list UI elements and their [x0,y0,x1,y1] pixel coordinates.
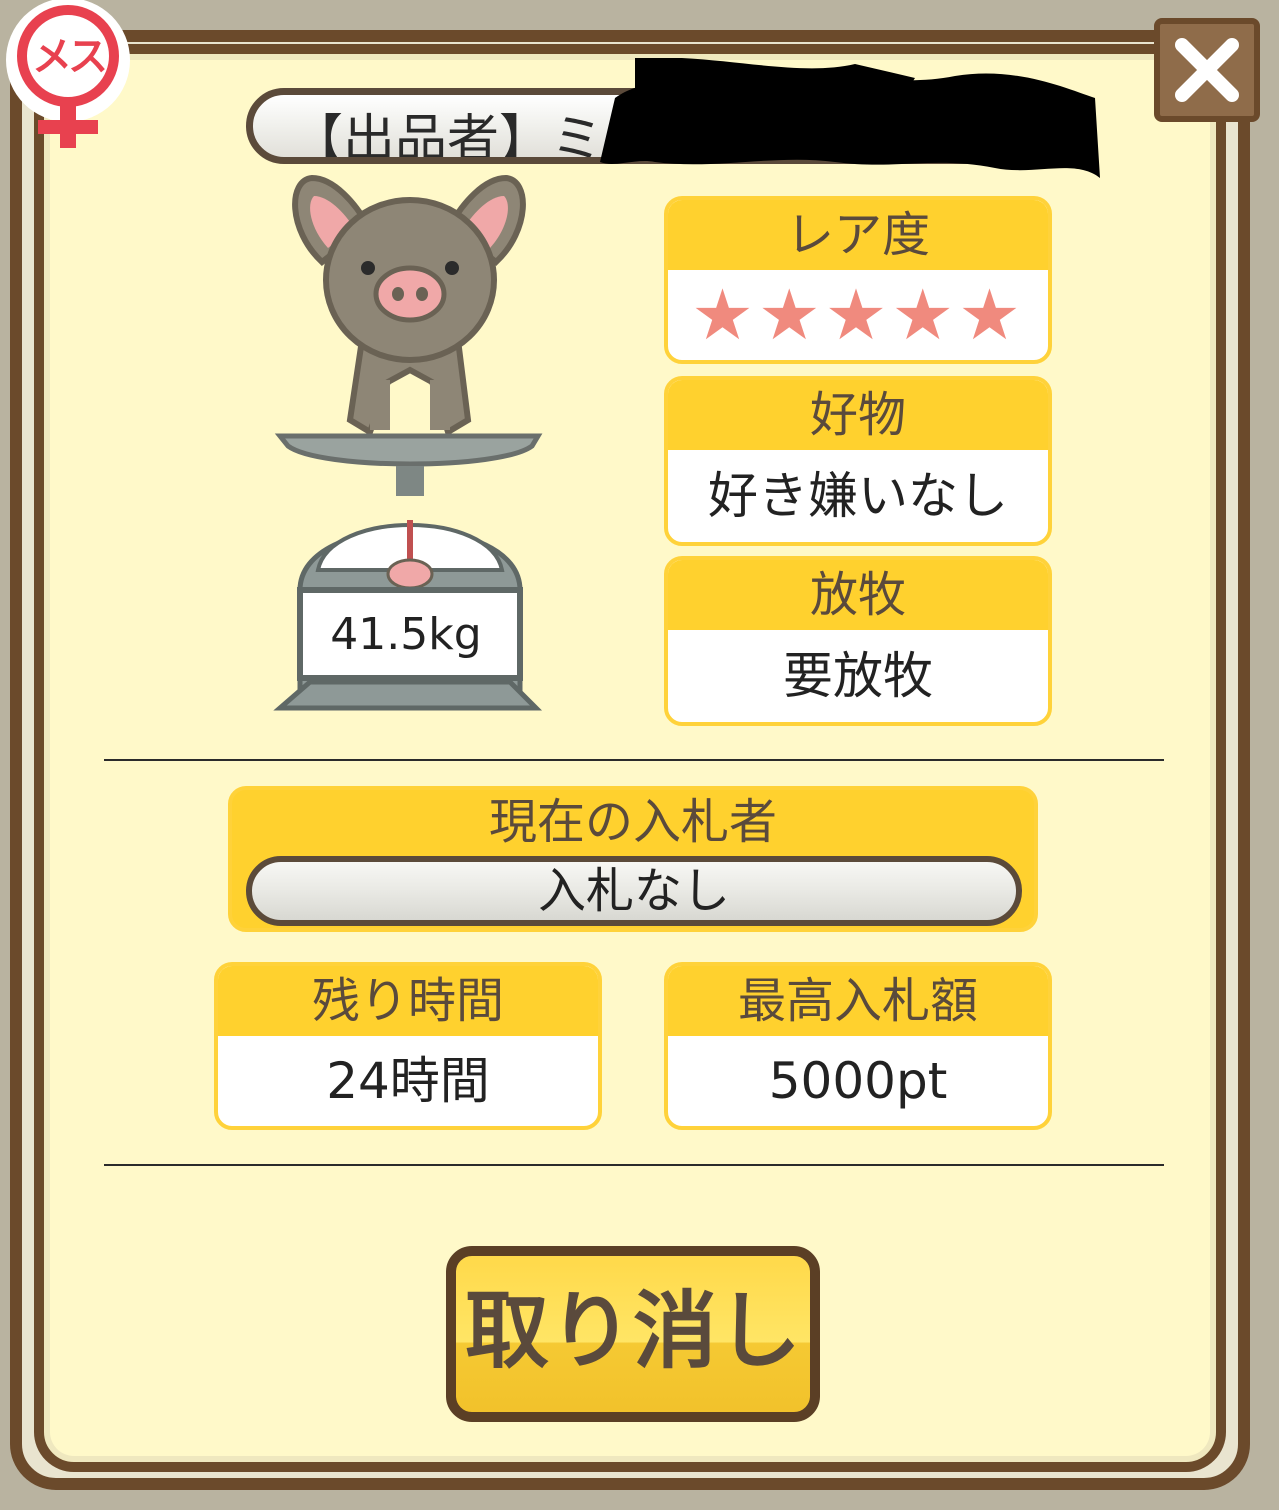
grazing-value: 要放牧 [783,647,933,705]
max-bid-value: 5000pt [768,1052,948,1110]
remaining-time-card: 残り時間 24時間 [214,962,602,1130]
current-bidder-value: 入札なし [246,856,1022,926]
rarity-card: レア度 ★★★★★ [664,196,1052,364]
favorite-food-card: 好物 好き嫌いなし [664,376,1052,546]
grazing-card: 放牧 要放牧 [664,556,1052,726]
grazing-label: 放牧 [668,560,1048,630]
current-bidder-label: 現在の入札者 [488,794,777,850]
remaining-time-value: 24時間 [326,1052,490,1110]
close-icon [1175,38,1239,102]
cancel-button[interactable]: 取り消し [446,1246,820,1422]
divider-bottom [104,1164,1164,1166]
favorite-food-label: 好物 [668,380,1048,450]
redaction-mark [600,58,1100,178]
rarity-stars: ★★★★★ [691,274,1025,356]
close-button[interactable] [1154,18,1260,122]
divider-top [104,759,1164,761]
seller-label: 【出品者】ミ [291,110,604,164]
female-badge: メス [0,0,146,154]
max-bid-card: 最高入札額 5000pt [664,962,1052,1130]
max-bid-label: 最高入札額 [668,966,1048,1036]
weight-value: 41.5kg [330,609,482,660]
favorite-food-value: 好き嫌いなし [708,467,1008,525]
current-bidder-card: 現在の入札者 入札なし [228,786,1038,932]
rarity-label: レア度 [668,200,1048,270]
gender-label: メス [32,34,108,80]
remaining-time-label: 残り時間 [218,966,598,1036]
